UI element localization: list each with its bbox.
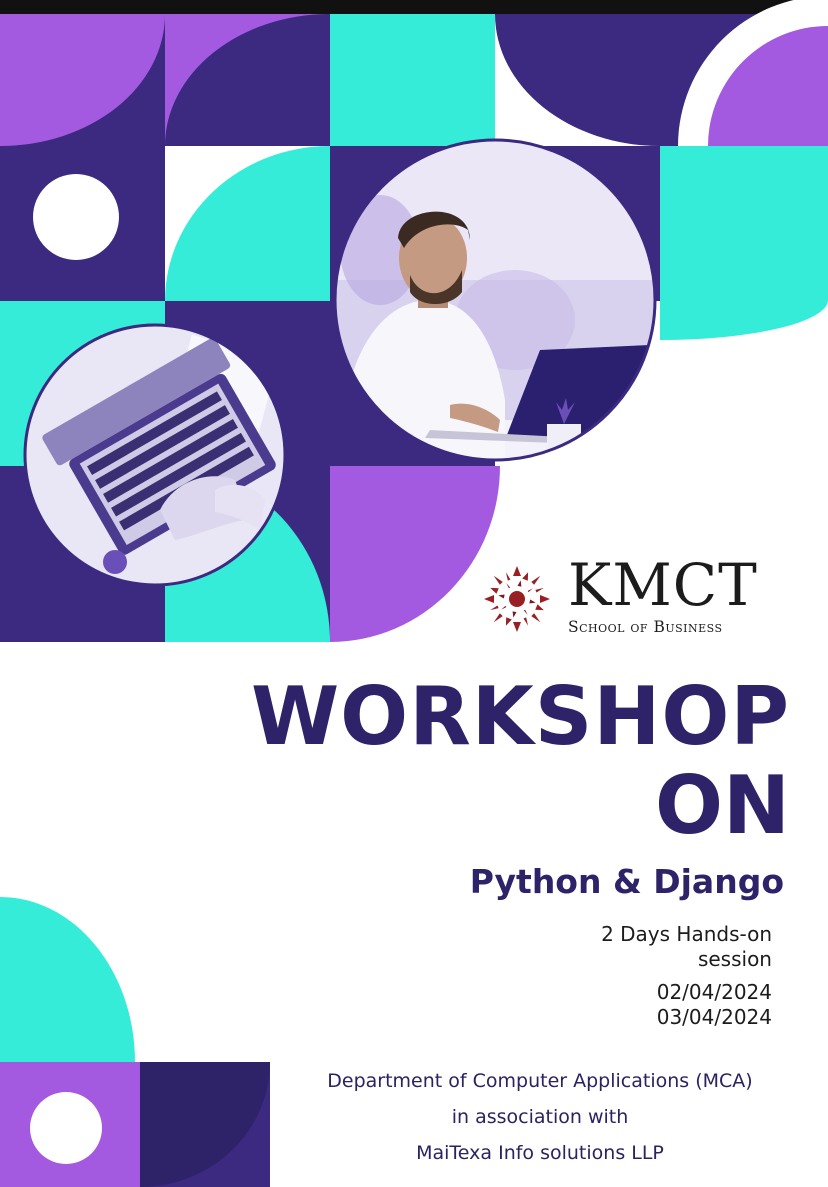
poster: KMCT School of Business WORKSHOP ON Pyth… bbox=[0, 0, 828, 1187]
partner-text: MaiTexa Info solutions LLP bbox=[416, 1142, 664, 1164]
department-text: Department of Computer Applications (MCA… bbox=[327, 1070, 753, 1092]
kmct-logo-subtitle: School of Business bbox=[568, 618, 723, 636]
association-text: in association with bbox=[451, 1106, 629, 1128]
duration-line-2: session bbox=[697, 947, 772, 971]
date-1: 02/04/2024 bbox=[656, 980, 772, 1004]
bottom-left-pattern bbox=[0, 897, 270, 1187]
kmct-logo: KMCT School of Business bbox=[480, 551, 780, 642]
workshop-subject: Python & Django bbox=[469, 862, 784, 901]
kmct-emblem-icon bbox=[484, 566, 550, 632]
date-2: 03/04/2024 bbox=[656, 1005, 772, 1029]
workshop-title: WORKSHOP bbox=[250, 670, 790, 763]
duration-line-1: 2 Days Hands-on bbox=[601, 922, 772, 946]
kmct-logo-name: KMCT bbox=[568, 551, 758, 619]
workshop-info: 2 Days Hands-on session 02/04/2024 03/04… bbox=[601, 922, 772, 1030]
man-at-laptop-photo bbox=[335, 140, 655, 460]
workshop-title-on: ON bbox=[655, 759, 790, 852]
